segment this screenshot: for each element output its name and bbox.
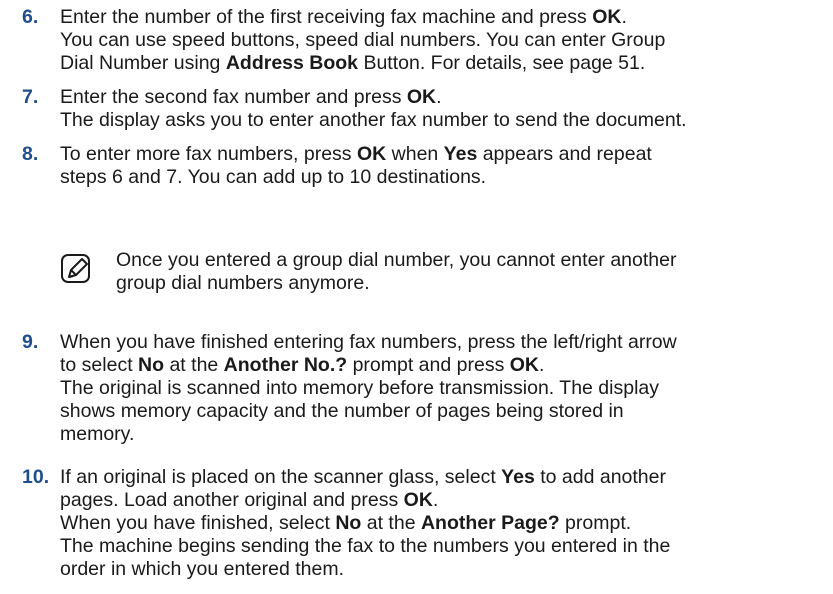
step-line: To enter more fax numbers, press OK when…	[60, 143, 822, 166]
bold-term: Yes	[443, 143, 478, 165]
step-line: The original is scanned into memory befo…	[60, 377, 822, 400]
text-run: If an original is placed on the scanner …	[60, 466, 502, 488]
step-6: 6. Enter the number of the first receivi…	[22, 6, 822, 75]
text-run: steps 6 and 7. You can add up to 10 dest…	[60, 166, 487, 188]
step-line: order in which you entered them.	[60, 558, 822, 581]
step-body: If an original is placed on the scanner …	[60, 466, 822, 581]
step-line: When you have finished entering fax numb…	[60, 331, 822, 354]
step-body: To enter more fax numbers, press OK when…	[60, 143, 822, 189]
step-body: Enter the second fax number and press OK…	[60, 86, 822, 132]
step-8: 8. To enter more fax numbers, press OK w…	[22, 143, 822, 189]
step-line: When you have finished, select No at the…	[60, 512, 822, 535]
text-run: You can use speed buttons, speed dial nu…	[60, 29, 666, 51]
text-run: The machine begins sending the fax to th…	[60, 535, 671, 557]
text-run: To enter more fax numbers, press	[60, 143, 357, 165]
bold-term: No	[138, 354, 165, 376]
step-line: If an original is placed on the scanner …	[60, 466, 822, 489]
text-run: prompt.	[559, 512, 632, 534]
text-run: Button. For details, see page 51.	[358, 52, 646, 74]
text-run: The original is scanned into memory befo…	[60, 377, 660, 399]
text-run: order in which you entered them.	[60, 558, 344, 580]
step-line: The display asks you to enter another fa…	[60, 109, 822, 132]
text-run: pages. Load another original and press	[60, 489, 404, 511]
step-line: steps 6 and 7. You can add up to 10 dest…	[60, 166, 822, 189]
manual-page: 6. Enter the number of the first receivi…	[0, 0, 833, 594]
step-line: Enter the number of the first receiving …	[60, 6, 822, 29]
bold-term: Another Page?	[420, 512, 560, 534]
note-line: Once you entered a group dial number, yo…	[116, 249, 677, 271]
step-line: You can use speed buttons, speed dial nu…	[60, 29, 822, 52]
text-run: Enter the second fax number and press	[60, 86, 407, 108]
step-line: Dial Number using Address Book Button. F…	[60, 52, 822, 75]
bold-term: Another No.?	[223, 354, 348, 376]
text-run: When you have finished, select	[60, 512, 336, 534]
step-line: pages. Load another original and press O…	[60, 489, 822, 512]
step-7: 7. Enter the second fax number and press…	[22, 86, 822, 132]
step-line: to select No at the Another No.? prompt …	[60, 354, 822, 377]
step-body: When you have finished entering fax numb…	[60, 331, 822, 446]
step-number: 6.	[22, 6, 39, 28]
text-run: shows memory capacity and the number of …	[60, 400, 624, 422]
bold-term: OK	[403, 489, 433, 511]
bold-term: OK	[509, 354, 539, 376]
text-run: at the	[361, 512, 421, 534]
step-line: shows memory capacity and the number of …	[60, 400, 822, 423]
step-number: 10.	[22, 466, 50, 488]
step-line: Enter the second fax number and press OK…	[60, 86, 822, 109]
text-run: .	[621, 6, 627, 28]
note-box: Once you entered a group dial number, yo…	[60, 249, 820, 295]
note-text: Once you entered a group dial number, yo…	[116, 249, 820, 295]
step-9: 9. When you have finished entering fax n…	[22, 331, 822, 446]
text-run: .	[436, 86, 442, 108]
step-number: 7.	[22, 86, 39, 108]
bold-term: OK	[592, 6, 622, 28]
step-number: 8.	[22, 143, 39, 165]
text-run: to add another	[534, 466, 666, 488]
text-run: When you have finished entering fax numb…	[60, 331, 677, 353]
text-run: Enter the number of the first receiving …	[60, 6, 593, 28]
bold-term: Address Book	[225, 52, 359, 74]
text-run: The display asks you to enter another fa…	[60, 109, 687, 131]
step-line: The machine begins sending the fax to th…	[60, 535, 822, 558]
note-line: group dial numbers anymore.	[116, 272, 370, 294]
bold-term: Yes	[501, 466, 535, 488]
bold-term: OK	[356, 143, 387, 165]
text-run: memory.	[60, 423, 135, 445]
text-run: .	[432, 489, 439, 511]
text-run: appears and repeat	[477, 143, 652, 165]
text-run: Dial Number using	[60, 52, 226, 74]
step-line: memory.	[60, 423, 822, 446]
step-10: 10. If an original is placed on the scan…	[22, 466, 822, 581]
text-run: at the	[164, 354, 224, 376]
step-number: 9.	[22, 331, 39, 353]
text-run: to select	[60, 354, 139, 376]
step-body: Enter the number of the first receiving …	[60, 6, 822, 75]
bold-term: No	[335, 512, 362, 534]
text-run: .	[539, 354, 545, 376]
note-pencil-icon	[60, 253, 92, 285]
bold-term: OK	[406, 86, 437, 108]
text-run: when	[386, 143, 444, 165]
text-run: prompt and press	[347, 354, 510, 376]
